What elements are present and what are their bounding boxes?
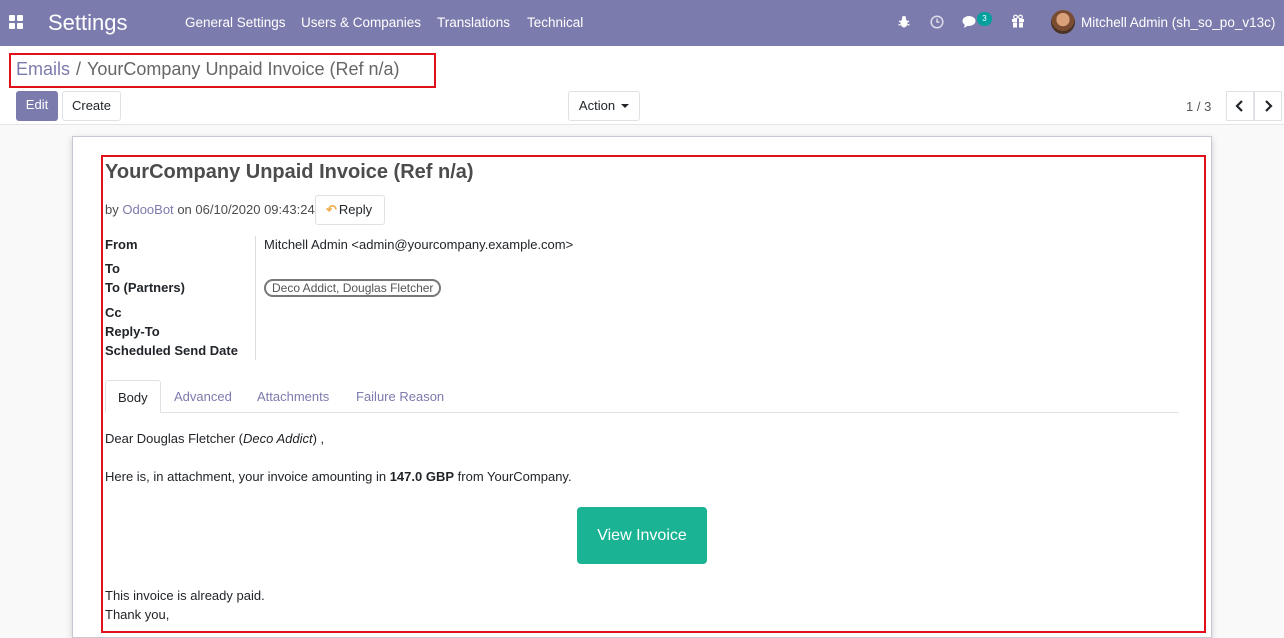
menu-technical[interactable]: Technical <box>527 15 583 30</box>
by-prefix: by <box>105 202 119 217</box>
apps-icon[interactable] <box>9 15 23 29</box>
mail-byline: by OdooBot on 06/10/2020 09:43:24 <box>105 202 315 217</box>
reply-button[interactable]: ↶ Reply <box>315 195 385 225</box>
breadcrumb-separator: / <box>76 59 82 79</box>
pager-previous-button[interactable] <box>1226 91 1254 121</box>
field-separator <box>255 236 256 360</box>
greeting-end: ) , <box>312 431 325 446</box>
tab-attachments[interactable]: Attachments <box>257 380 329 413</box>
invoice-amount: 147.0 GBP <box>389 469 455 484</box>
menu-general-settings[interactable]: General Settings <box>185 15 286 30</box>
action-label: Action <box>578 98 616 113</box>
top-navbar: Settings General Settings Users & Compan… <box>0 0 1284 46</box>
invoice-line-pre: Here is, in attachment, your invoice amo… <box>105 469 390 484</box>
greeting-name: Dear Douglas Fletcher ( <box>105 431 243 446</box>
to-label: To <box>105 261 120 276</box>
chevron-left-icon <box>1235 100 1243 112</box>
cc-label: Cc <box>105 305 122 320</box>
gift-icon[interactable] <box>1011 14 1025 28</box>
reply-arrow-icon: ↶ <box>326 202 337 217</box>
view-invoice-button[interactable]: View Invoice <box>577 507 707 564</box>
pager-value[interactable]: 1 / 3 <box>1186 99 1211 114</box>
from-value: Mitchell Admin <admin@yourcompany.exampl… <box>264 237 574 252</box>
messages-count-badge: 3 <box>977 12 992 26</box>
author-link[interactable]: OdooBot <box>122 202 173 217</box>
user-menu[interactable]: Mitchell Admin (sh_so_po_v13c) <box>1081 15 1275 30</box>
body-thanks: Thank you, <box>105 607 170 622</box>
create-button[interactable]: Create <box>62 91 121 121</box>
breadcrumb-current: YourCompany Unpaid Invoice (Ref n/a) <box>87 59 400 79</box>
breadcrumb: Emails / YourCompany Unpaid Invoice (Ref n… <box>16 59 400 80</box>
body-paid-note: This invoice is already paid. <box>105 588 265 603</box>
chat-icon[interactable] <box>962 15 978 29</box>
invoice-line-post: from YourCompany. <box>454 469 572 484</box>
tab-body[interactable]: Body <box>105 380 161 413</box>
body-invoice-line: Here is, in attachment, your invoice amo… <box>105 469 572 484</box>
mail-subject-title: YourCompany Unpaid Invoice (Ref n/a) <box>105 161 474 183</box>
tab-advanced[interactable]: Advanced <box>174 380 232 413</box>
menu-users-companies[interactable]: Users & Companies <box>301 15 421 30</box>
scheduled-send-date-label: Scheduled Send Date <box>105 343 238 358</box>
action-dropdown[interactable]: Action <box>568 91 640 121</box>
to-partners-tag[interactable]: Deco Addict, Douglas Fletcher <box>264 279 442 297</box>
caret-down-icon <box>621 104 630 108</box>
reply-label: Reply <box>338 202 373 217</box>
body-greeting: Dear Douglas Fletcher (Deco Addict) , <box>105 431 324 446</box>
menu-translations[interactable]: Translations <box>437 15 510 30</box>
pager-next-button[interactable] <box>1254 91 1282 121</box>
date-prefix: on <box>177 202 192 217</box>
to-partners-label: To (Partners) <box>105 280 185 295</box>
edit-button[interactable]: Edit <box>16 91 58 121</box>
from-label: From <box>105 237 138 252</box>
tab-failure-reason[interactable]: Failure Reason <box>356 380 444 413</box>
breadcrumb-emails-link[interactable]: Emails <box>16 59 70 79</box>
reply-to-label: Reply-To <box>105 324 160 339</box>
bug-icon[interactable] <box>898 15 910 29</box>
mail-date: 06/10/2020 09:43:24 <box>195 202 315 217</box>
greeting-company: Deco Addict <box>243 431 313 446</box>
avatar[interactable] <box>1051 10 1075 34</box>
clock-icon[interactable] <box>930 15 944 29</box>
chevron-right-icon <box>1265 100 1273 112</box>
app-title: Settings <box>48 10 128 35</box>
